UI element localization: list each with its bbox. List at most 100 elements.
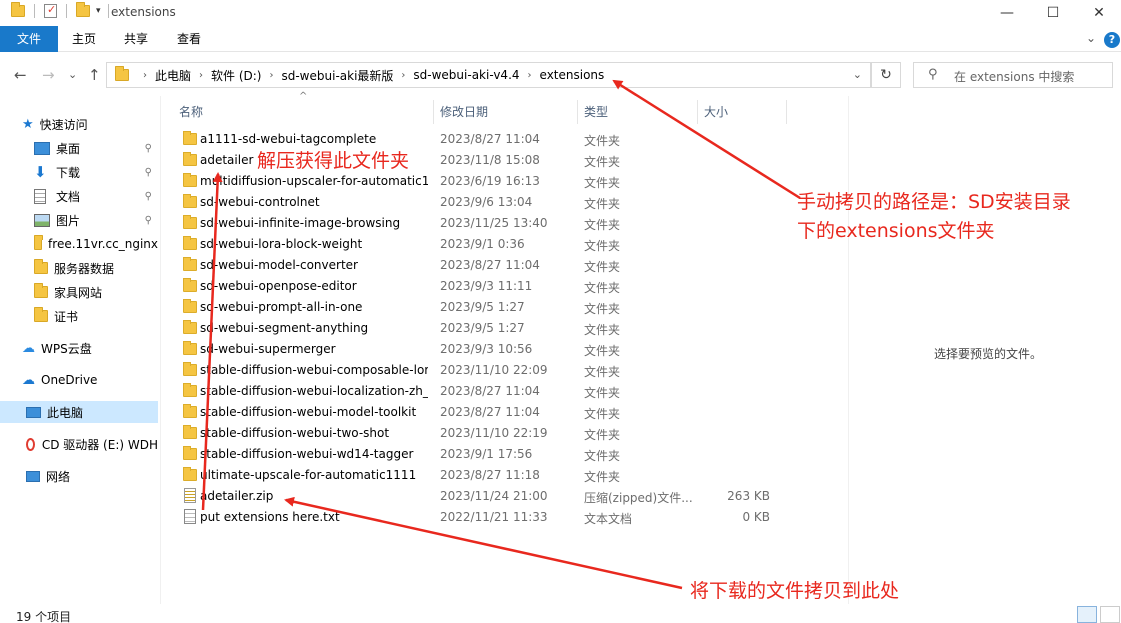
column-header-type[interactable]: 类型 (584, 103, 608, 125)
tab-share[interactable]: 共享 (110, 26, 162, 52)
file-row[interactable]: sd-webui-controlnet 2023/9/6 13:04 文件夹 (176, 192, 786, 213)
up-button[interactable]: ↑ (88, 66, 101, 84)
folder-icon[interactable] (11, 2, 25, 17)
column-header-name[interactable]: 名称 (179, 103, 203, 125)
breadcrumb-extensions[interactable]: extensions (536, 68, 609, 82)
forward-button[interactable]: → (42, 66, 55, 84)
file-row[interactable]: sd-webui-openpose-editor 2023/9/3 11:11 文件… (176, 276, 786, 297)
file-row[interactable]: stable-diffusion-webui-composable-lora 20… (176, 360, 786, 381)
sidebar-item-documents[interactable]: 文档 ⚲ (0, 185, 158, 207)
file-row[interactable]: stable-diffusion-webui-model-toolkit 2023… (176, 402, 786, 423)
refresh-button[interactable]: ↻ (871, 62, 901, 88)
file-date: 2023/8/27 11:04 (440, 384, 540, 398)
sidebar-item-desktop[interactable]: 桌面 ⚲ (0, 137, 158, 159)
file-row[interactable]: put extensions here.txt 2022/11/21 11:33 文… (176, 507, 786, 528)
file-name: stable-diffusion-webui-localization-zh_C… (200, 384, 428, 398)
tab-view[interactable]: 查看 (163, 26, 215, 52)
pin-icon[interactable]: ⚲ (145, 167, 152, 178)
file-row[interactable]: stable-diffusion-webui-two-shot 2023/11/1… (176, 423, 786, 444)
file-type: 压缩(zipped)文件... (584, 491, 693, 505)
recent-locations-button[interactable]: ⌄ (68, 68, 77, 81)
annotation-path-line2: 下的extensions文件夹 (797, 220, 995, 242)
preview-pane-divider[interactable] (848, 96, 849, 606)
file-row[interactable]: sd-webui-lora-block-weight 2023/9/1 0:36 文… (176, 234, 786, 255)
file-type: 文件夹 (584, 260, 621, 274)
folder-icon (183, 131, 197, 145)
folder-icon (183, 299, 197, 313)
breadcrumb-separator[interactable]: › (265, 70, 277, 81)
file-type: 文件夹 (584, 344, 621, 358)
file-row[interactable]: sd-webui-supermerger 2023/9/3 10:56 文件夹 (176, 339, 786, 360)
help-icon[interactable]: ? (1104, 32, 1120, 48)
zip-file-icon (184, 488, 196, 503)
sidebar-item-this-pc[interactable]: 此电脑 (0, 401, 158, 423)
sidebar-item-label: CD 驱动器 (E:) WDH (41, 437, 158, 452)
file-type: 文件夹 (584, 197, 621, 211)
sidebar-item-downloads[interactable]: ⬇ 下载 ⚲ (0, 161, 158, 183)
pin-icon[interactable]: ⚲ (145, 215, 152, 226)
minimize-button[interactable]: — (984, 0, 1030, 26)
column-header-date[interactable]: 修改日期 (440, 103, 488, 125)
breadcrumb-separator[interactable]: › (524, 70, 536, 81)
column-divider[interactable] (697, 100, 698, 124)
download-icon: ⬇ (34, 162, 47, 181)
file-date: 2023/9/1 0:36 (440, 237, 525, 251)
details-view-button[interactable] (1077, 606, 1097, 623)
file-row[interactable]: stable-diffusion-webui-wd14-tagger 2023/9… (176, 444, 786, 465)
back-button[interactable]: ← (14, 66, 27, 84)
maximize-button[interactable]: ☐ (1030, 0, 1076, 26)
close-button[interactable]: ✕ (1076, 0, 1121, 26)
address-bar[interactable]: › 此电脑 › 软件 (D:) › sd-webui-aki最新版 › sd-w… (106, 62, 871, 88)
column-divider[interactable] (577, 100, 578, 124)
file-type: 文件夹 (584, 407, 621, 421)
expand-ribbon-icon[interactable]: ⌄ (1086, 31, 1096, 45)
breadcrumb-sd-webui-aki[interactable]: sd-webui-aki最新版 (277, 67, 397, 84)
file-row[interactable]: ultimate-upscale-for-automatic1111 2023/8… (176, 465, 786, 486)
sidebar-item-pictures[interactable]: 图片 ⚲ (0, 209, 158, 231)
file-row[interactable]: stable-diffusion-webui-localization-zh_C… (176, 381, 786, 402)
column-divider[interactable] (433, 100, 434, 124)
sidebar-item-onedrive[interactable]: ☁ OneDrive (0, 369, 158, 391)
breadcrumb-separator[interactable]: › (397, 70, 409, 81)
file-date: 2023/8/27 11:04 (440, 405, 540, 419)
properties-icon[interactable]: ✓ (44, 4, 57, 18)
file-row[interactable]: adetailer.zip 2023/11/24 21:00 压缩(zipped)文… (176, 486, 786, 507)
folder-icon (183, 194, 197, 208)
tab-home[interactable]: 主页 (58, 26, 110, 52)
sidebar-item-quick-access[interactable]: ★ 快速访问 (0, 113, 158, 135)
pane-divider[interactable] (160, 96, 161, 604)
tab-file[interactable]: 文件 (0, 26, 58, 52)
search-input[interactable]: ⚲ 在 extensions 中搜索 (913, 62, 1113, 88)
pin-icon[interactable]: ⚲ (145, 191, 152, 202)
file-name: ultimate-upscale-for-automatic1111 (200, 468, 417, 482)
column-divider[interactable] (786, 100, 787, 124)
large-icons-view-button[interactable] (1100, 606, 1120, 623)
sidebar-item-cd-drive[interactable]: CD 驱动器 (E:) WDH (0, 433, 158, 455)
file-row[interactable]: sd-webui-infinite-image-browsing 2023/11/… (176, 213, 786, 234)
sidebar-item-furniture-site[interactable]: 家具网站 (0, 281, 158, 303)
breadcrumb-this-pc[interactable]: 此电脑 (151, 67, 195, 84)
sidebar-item-certificates[interactable]: 证书 (0, 305, 158, 327)
column-header-size[interactable]: 大小 (704, 103, 728, 125)
file-date: 2023/11/10 22:09 (440, 363, 548, 377)
address-dropdown-icon[interactable]: ⌄ (853, 68, 862, 81)
file-row[interactable]: sd-webui-model-converter 2023/8/27 11:04 文… (176, 255, 786, 276)
new-folder-icon[interactable] (76, 2, 90, 17)
file-type: 文本文档 (584, 512, 633, 526)
folder-icon (183, 236, 197, 250)
sidebar-item-free-11vr[interactable]: free.11vr.cc_nginx (0, 233, 158, 255)
sidebar-item-label: WPS云盘 (41, 341, 92, 356)
sidebar-item-wps-cloud[interactable]: ☁ WPS云盘 (0, 337, 158, 359)
file-name: sd-webui-openpose-editor (200, 279, 357, 293)
sidebar-item-server-data[interactable]: 服务器数据 (0, 257, 158, 279)
customize-toolbar-chevron-icon[interactable]: ▾ (96, 6, 101, 16)
breadcrumb-sd-webui-aki-v44[interactable]: sd-webui-aki-v4.4 (409, 68, 523, 82)
breadcrumb-drive-d[interactable]: 软件 (D:) (207, 67, 265, 84)
pin-icon[interactable]: ⚲ (145, 143, 152, 154)
breadcrumb-separator[interactable]: › (195, 70, 207, 81)
sidebar-item-network[interactable]: 网络 (0, 465, 158, 487)
file-row[interactable]: sd-webui-prompt-all-in-one 2023/9/5 1:27 文… (176, 297, 786, 318)
breadcrumb-separator[interactable]: › (139, 70, 151, 81)
file-row[interactable]: sd-webui-segment-anything 2023/9/5 1:27 文件… (176, 318, 786, 339)
window-title: extensions (111, 5, 176, 19)
